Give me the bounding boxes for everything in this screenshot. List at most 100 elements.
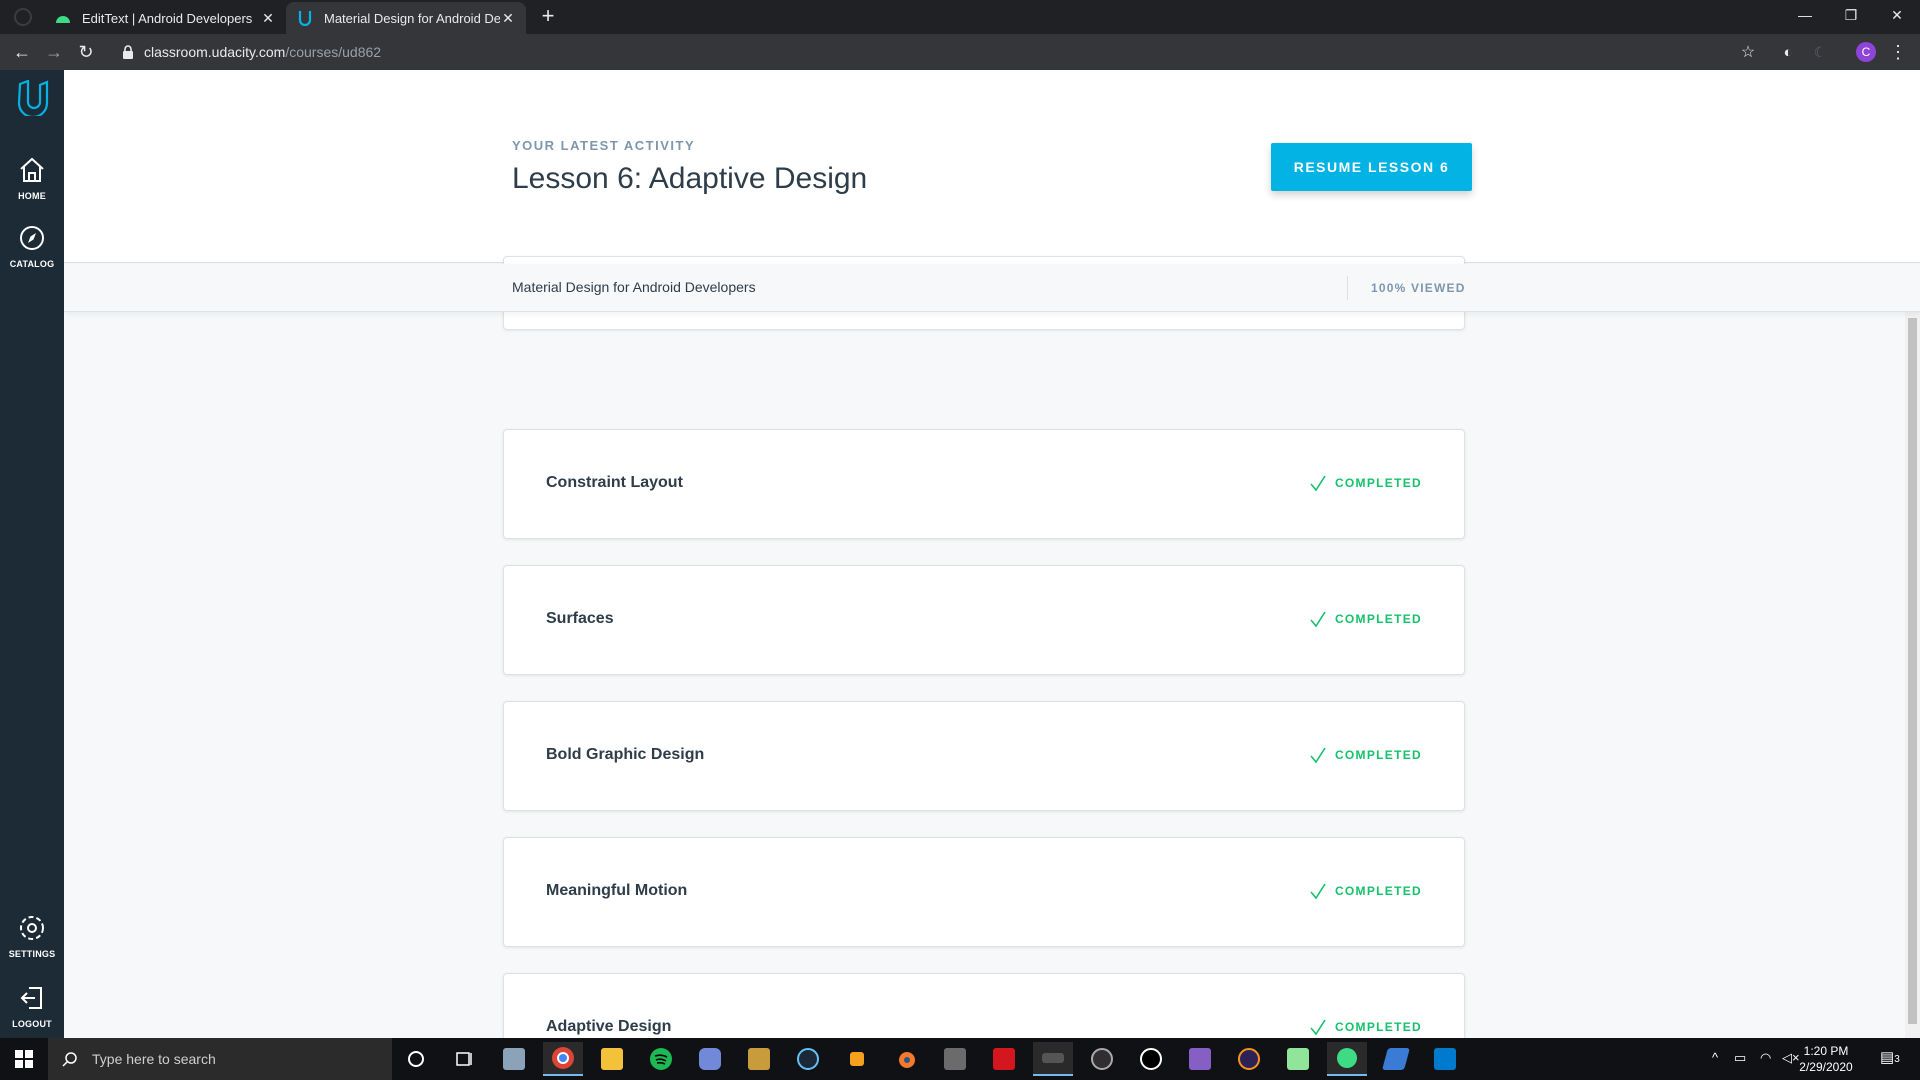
latest-activity-header: YOUR LATEST ACTIVITY Lesson 6: Adaptive … [64,70,1920,263]
steam-icon[interactable] [788,1042,828,1076]
discord-icon[interactable] [690,1042,730,1076]
taskbar-search[interactable]: Type here to search [48,1038,392,1080]
profile-avatar[interactable]: C [1856,42,1876,62]
viewed-percentage: 100% VIEWED [1371,281,1466,295]
league-of-legends-icon[interactable] [739,1042,779,1076]
lesson-card-title: Surfaces [546,610,614,627]
7zip-icon[interactable] [984,1042,1024,1076]
status-label: COMPLETED [1334,612,1422,626]
window-menu-icon[interactable] [14,8,32,26]
app-fin-icon[interactable] [1376,1042,1416,1076]
extension-icon[interactable]: ◐ [1774,38,1802,66]
nav-logout[interactable]: LOGOUT [0,984,64,1029]
restore-icon[interactable]: ❐ [1828,0,1874,30]
lesson-title: Lesson 6: Adaptive Design [512,162,868,195]
wifi-icon[interactable]: ◠ [1760,1050,1771,1066]
obs-icon[interactable] [1082,1042,1122,1076]
nav-settings[interactable]: SETTINGS [0,914,64,959]
check-icon [1310,611,1326,628]
back-icon[interactable]: ← [8,38,36,66]
close-tab-icon[interactable]: ✕ [500,10,516,27]
completed-status: COMPLETED [1309,610,1422,628]
page-scrollbar[interactable] [1905,312,1920,1038]
lesson-card-title: Constraint Layout [546,474,683,491]
course-progress-bar: Material Design for Android Developers 1… [64,264,1920,312]
bookmark-star-icon[interactable]: ☆ [1734,38,1762,66]
check-icon [1310,1019,1326,1036]
lesson-card-title: Bold Graphic Design [546,746,705,763]
cortana-icon[interactable] [396,1042,436,1076]
explorer-icon[interactable] [494,1042,534,1076]
unreal-engine-icon[interactable] [1131,1042,1171,1076]
more-menu-icon[interactable]: ⋮ [1884,38,1912,66]
chrome-icon[interactable] [543,1042,583,1076]
udacity-icon [296,9,314,27]
system-clock[interactable]: 1:20 PM 2/29/2020 [1790,1043,1862,1075]
lesson-card[interactable]: Constraint Layout COMPLETED [503,429,1465,539]
notification-count: 3 [1894,1054,1900,1065]
home-icon [20,157,44,182]
browser-tab-strip: EditText | Android Developers ✕ Material… [0,0,1920,34]
status-label: COMPLETED [1334,1020,1422,1034]
visual-studio-icon[interactable] [1180,1042,1220,1076]
dark-mode-icon[interactable]: ☾ [1806,38,1834,66]
blender-icon[interactable] [886,1042,926,1076]
lesson-card[interactable]: Meaningful Motion COMPLETED [503,837,1465,947]
status-label: COMPLETED [1334,748,1422,762]
windows-taskbar: Type here to search ^ ▭ ◠ ◁× 1:20 PM 2/2… [0,1038,1920,1080]
tab-title: Material Design for Android Dev [324,10,500,26]
logout-icon [20,987,42,1009]
new-tab-button[interactable]: + [536,5,560,29]
app-icon[interactable] [935,1042,975,1076]
game-launcher-icon[interactable] [837,1042,877,1076]
nav-logout-label: LOGOUT [12,1019,52,1029]
nav-home[interactable]: HOME [0,156,64,201]
battery-icon[interactable]: ▭ [1734,1050,1746,1066]
close-tab-icon[interactable]: ✕ [260,10,276,27]
url-path: /courses/ud862 [285,44,382,60]
notepad-plus-plus-icon[interactable] [1278,1042,1318,1076]
completed-status: COMPLETED [1309,1018,1422,1036]
tab-material-design[interactable]: Material Design for Android Dev ✕ [286,2,526,34]
action-center-icon[interactable]: ▤3 [1880,1048,1900,1066]
completed-status: COMPLETED [1309,474,1422,492]
check-icon [1310,747,1326,764]
android-studio-icon[interactable] [1327,1042,1367,1076]
lesson-card[interactable]: Surfaces COMPLETED [503,565,1465,675]
search-icon [62,1052,77,1067]
tray-overflow-icon[interactable]: ^ [1712,1050,1718,1065]
vscode-icon[interactable] [1425,1042,1465,1076]
completed-status: COMPLETED [1309,882,1422,900]
browser-toolbar: ← → ↻ classroom.udacity.com/courses/ud86… [0,34,1920,70]
lesson-card[interactable]: Bold Graphic Design COMPLETED [503,701,1465,811]
minimize-icon[interactable]: — [1782,0,1828,30]
scrollbar-thumb[interactable] [1908,318,1917,1024]
tab-edittext[interactable]: EditText | Android Developers ✕ [44,2,286,34]
lesson-card-title: Adaptive Design [546,1018,672,1035]
status-label: COMPLETED [1334,476,1422,490]
file-explorer-icon[interactable] [592,1042,632,1076]
course-name[interactable]: Material Design for Android Developers [512,279,756,295]
status-label: COMPLETED [1334,884,1422,898]
udacity-logo[interactable] [14,80,50,116]
resume-lesson-button[interactable]: RESUME LESSON 6 [1271,143,1472,191]
reload-icon[interactable]: ↻ [72,38,100,66]
windows-start-icon[interactable] [0,1038,48,1080]
completed-status: COMPLETED [1309,746,1422,764]
nav-catalog-label: CATALOG [9,259,55,269]
game-icon[interactable] [1033,1042,1073,1076]
gear-icon [20,916,44,940]
task-view-icon[interactable] [444,1042,484,1076]
forward-icon[interactable]: → [40,38,68,66]
close-window-icon[interactable]: ✕ [1874,0,1920,30]
eclipse-icon[interactable] [1229,1042,1269,1076]
spotify-icon[interactable] [641,1042,681,1076]
side-navigation: HOME CATALOG SETTINGS LOGOUT [0,70,64,1038]
classroom-page: HOME CATALOG SETTINGS LOGOUT YOUR LATEST… [0,70,1920,1038]
address-bar[interactable]: classroom.udacity.com/courses/ud862 [110,38,1770,66]
nav-catalog[interactable]: CATALOG [0,224,64,269]
clock-date: 2/29/2020 [1799,1060,1853,1074]
lesson-card[interactable]: Adaptive Design COMPLETED [503,973,1465,1038]
divider [1347,276,1348,300]
search-placeholder: Type here to search [92,1051,216,1067]
